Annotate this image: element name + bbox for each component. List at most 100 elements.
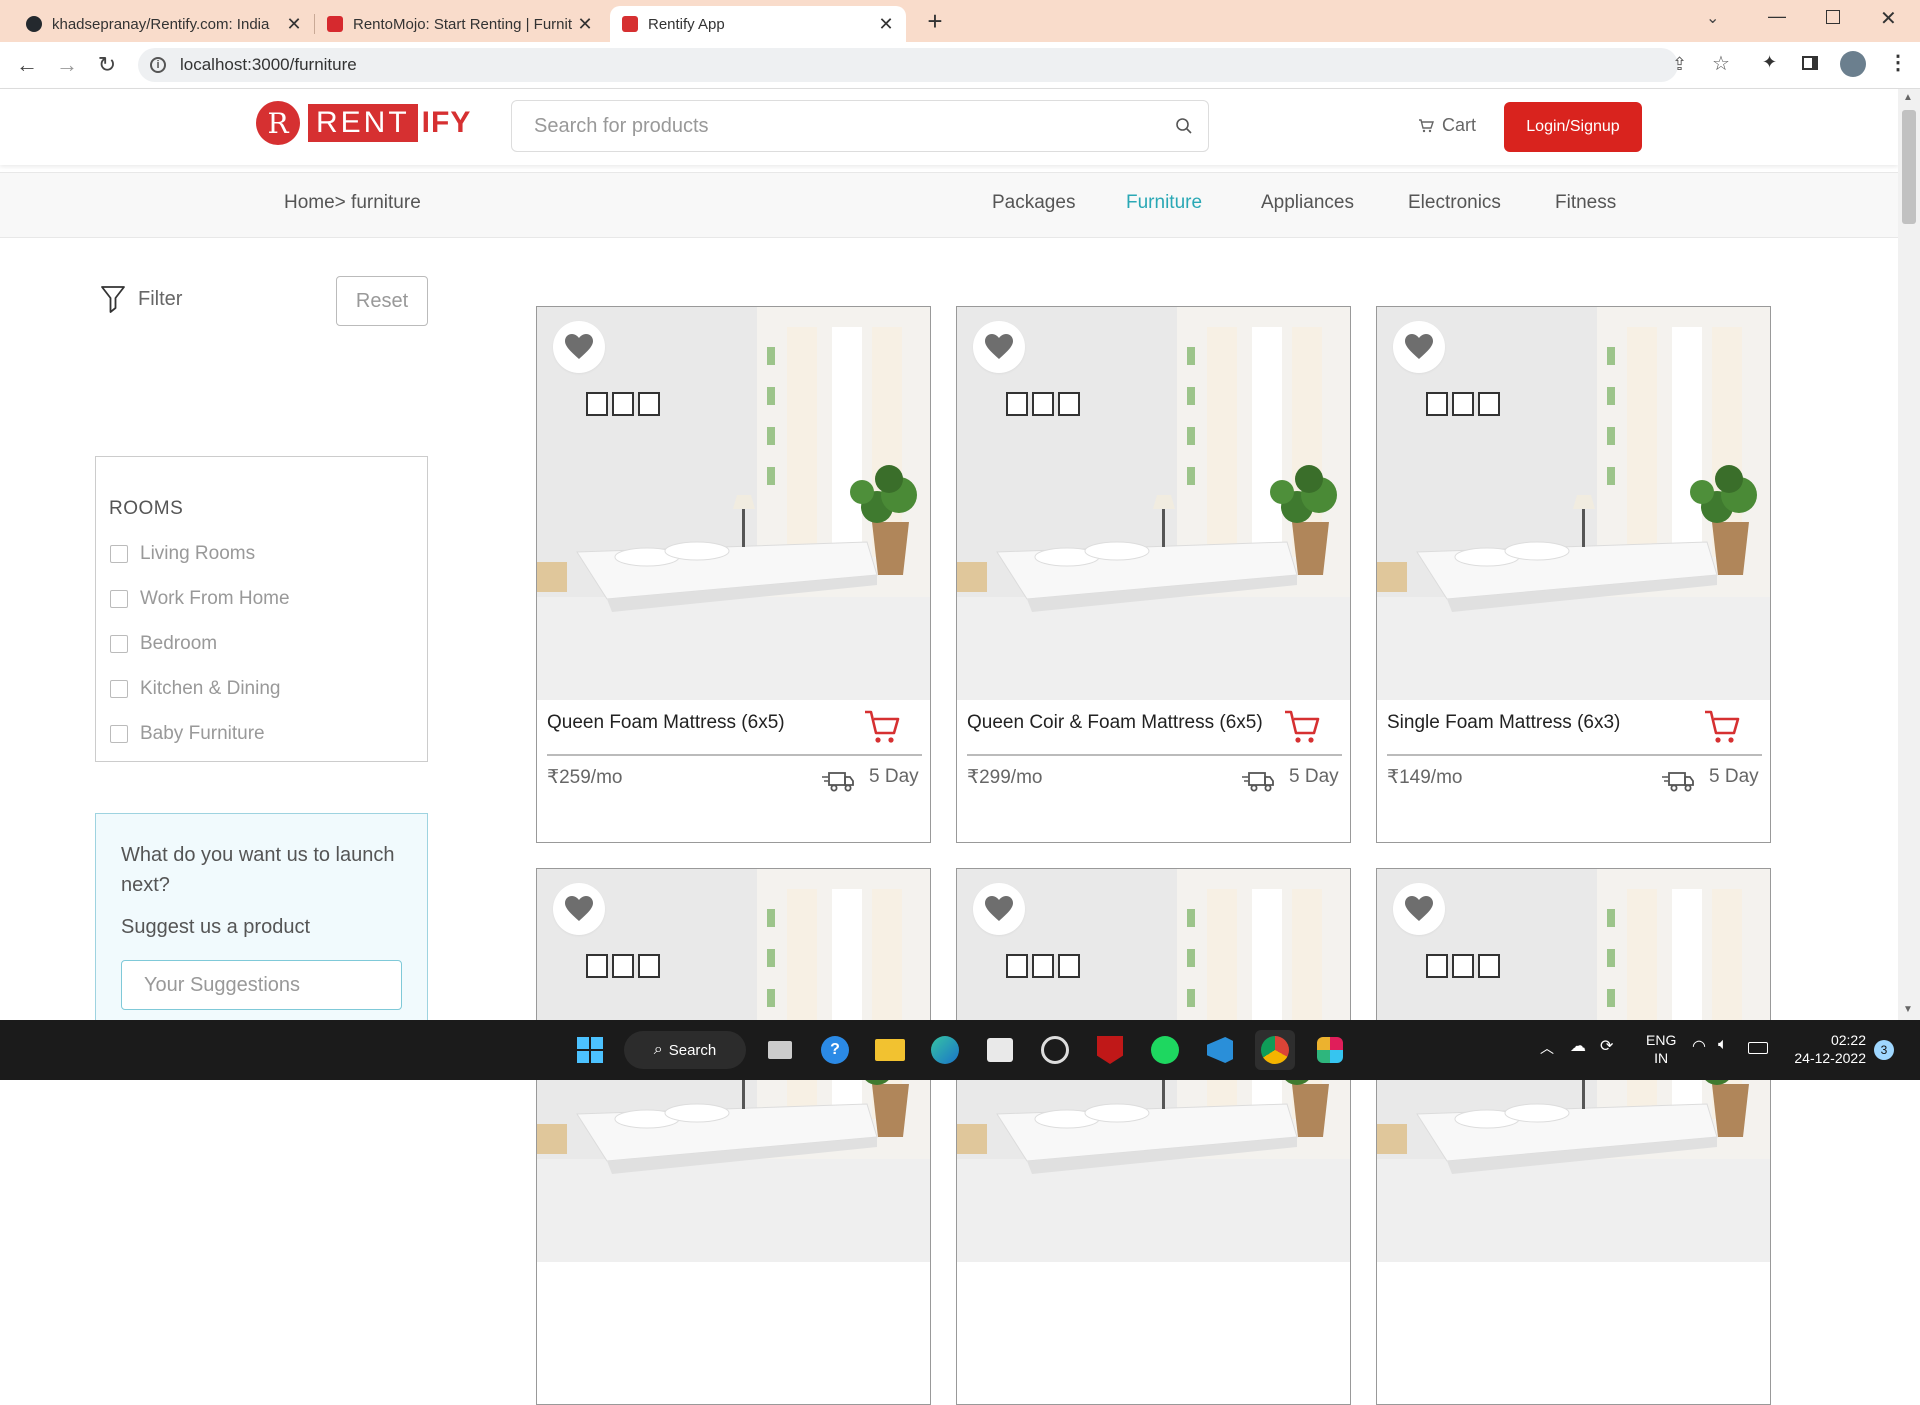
taskbar-search-button[interactable]: ⌕ Search <box>624 1031 746 1069</box>
heart-icon <box>1405 334 1433 359</box>
minimize-icon[interactable]: — <box>1768 6 1786 27</box>
extensions-puzzle-icon[interactable]: ✦ <box>1762 52 1777 73</box>
nav-electronics[interactable]: Electronics <box>1408 192 1501 214</box>
close-tab-icon[interactable]: ✕ <box>286 14 302 35</box>
wishlist-button[interactable] <box>553 321 605 373</box>
notification-badge[interactable]: 3 <box>1874 1040 1894 1060</box>
browser-tab-rentomojo[interactable]: RentoMojo: Start Renting | Furnit ✕ <box>315 6 605 42</box>
onedrive-cloud-icon[interactable]: ☁ <box>1570 1036 1586 1056</box>
tray-chevron-icon[interactable]: ︿ <box>1540 1038 1554 1058</box>
product-card[interactable]: Queen Coir & Foam Mattress (6x5) ₹299/mo… <box>956 306 1351 843</box>
chrome-icon[interactable] <box>1255 1030 1295 1070</box>
close-window-icon[interactable]: ✕ <box>1880 6 1897 31</box>
close-tab-icon[interactable]: ✕ <box>878 14 894 35</box>
search-icon[interactable] <box>1174 116 1194 136</box>
battery-icon[interactable] <box>1748 1042 1768 1054</box>
task-view-icon[interactable] <box>760 1030 800 1070</box>
breadcrumb[interactable]: Home> furniture <box>284 192 421 214</box>
share-icon[interactable]: ⇪ <box>1672 54 1687 75</box>
room-label: Work From Home <box>140 588 290 609</box>
wishlist-button[interactable] <box>1393 883 1445 935</box>
help-icon[interactable]: ? <box>815 1030 855 1070</box>
forward-arrow-icon[interactable]: → <box>52 50 82 80</box>
language-indicator[interactable]: ENG IN <box>1646 1031 1676 1067</box>
profile-avatar[interactable] <box>1840 51 1866 77</box>
address-bar[interactable]: i localhost:3000/furniture <box>138 48 1678 82</box>
bookmark-star-icon[interactable]: ☆ <box>1712 51 1730 76</box>
volume-icon[interactable]: 🔈︎ <box>1718 1036 1728 1054</box>
tab-title: Rentify App <box>648 15 725 33</box>
add-to-cart-icon[interactable] <box>1283 709 1321 745</box>
vscode-icon[interactable] <box>1200 1030 1240 1070</box>
reload-icon[interactable]: ↻ <box>92 50 122 80</box>
product-name[interactable]: Queen Foam Mattress (6x5) <box>547 712 785 734</box>
file-explorer-icon[interactable] <box>870 1030 910 1070</box>
side-panel-icon[interactable] <box>1802 56 1818 70</box>
product-card[interactable] <box>956 868 1351 1405</box>
back-arrow-icon[interactable]: ← <box>12 50 42 80</box>
windows-start-icon[interactable] <box>570 1030 610 1070</box>
new-tab-button[interactable]: + <box>922 6 948 36</box>
scrollbar-thumb[interactable] <box>1902 110 1916 224</box>
clock[interactable]: 02:22 24-12-2022 <box>1790 1031 1866 1067</box>
checkbox[interactable] <box>110 635 128 653</box>
close-tab-icon[interactable]: ✕ <box>577 14 593 35</box>
filter-label: Filter <box>138 287 183 310</box>
product-card[interactable]: Queen Foam Mattress (6x5) ₹259/mo 5 Day <box>536 306 931 843</box>
product-card[interactable]: Single Foam Mattress (6x3) ₹149/mo 5 Day <box>1376 306 1771 843</box>
microsoft-store-icon[interactable] <box>980 1030 1020 1070</box>
nav-fitness[interactable]: Fitness <box>1555 192 1616 214</box>
search-input[interactable] <box>532 113 1174 139</box>
scroll-down-arrow-icon[interactable]: ▼ <box>1903 1004 1913 1015</box>
product-name[interactable]: Single Foam Mattress (6x3) <box>1387 712 1620 734</box>
slack-icon[interactable] <box>1310 1030 1350 1070</box>
card-divider <box>1387 754 1762 756</box>
room-option-work-from-home[interactable]: Work From Home <box>110 588 290 610</box>
edge-browser-icon[interactable] <box>925 1030 965 1070</box>
add-to-cart-icon[interactable] <box>863 709 901 745</box>
browser-tab-rentify[interactable]: Rentify App ✕ <box>610 6 906 42</box>
product-card[interactable] <box>1376 868 1771 1405</box>
suggestion-input[interactable] <box>142 972 386 998</box>
spotify-icon[interactable] <box>1145 1030 1185 1070</box>
cart-link[interactable]: Cart <box>1418 115 1476 136</box>
search-box <box>511 100 1209 152</box>
nav-furniture[interactable]: Furniture <box>1126 192 1202 214</box>
room-option-living-rooms[interactable]: Living Rooms <box>110 543 255 565</box>
card-divider <box>967 754 1342 756</box>
room-option-bedroom[interactable]: Bedroom <box>110 633 217 655</box>
rentify-logo[interactable]: R RENT IFY <box>256 100 471 146</box>
lang-top: ENG <box>1646 1032 1677 1048</box>
room-option-kitchen-dining[interactable]: Kitchen & Dining <box>110 678 280 700</box>
wishlist-button[interactable] <box>973 883 1025 935</box>
wishlist-button[interactable] <box>1393 321 1445 373</box>
wishlist-button[interactable] <box>553 883 605 935</box>
login-signup-button[interactable]: Login/Signup <box>1504 102 1642 152</box>
add-to-cart-icon[interactable] <box>1703 709 1741 745</box>
tab-search-chevron-icon[interactable]: ⌄ <box>1706 8 1719 28</box>
github-desktop-icon[interactable] <box>1035 1030 1075 1070</box>
restore-icon[interactable] <box>1826 10 1840 24</box>
checkbox[interactable] <box>110 725 128 743</box>
wifi-icon[interactable]: ◠ <box>1692 1036 1706 1056</box>
room-option-baby-furniture[interactable]: Baby Furniture <box>110 723 265 745</box>
more-menu-icon[interactable]: ⋮ <box>1888 50 1908 75</box>
page-scrollbar[interactable] <box>1898 89 1920 1020</box>
scroll-up-arrow-icon[interactable]: ▲ <box>1903 92 1913 103</box>
checkbox[interactable] <box>110 545 128 563</box>
mcafee-icon[interactable] <box>1090 1030 1130 1070</box>
product-price: ₹299/mo <box>967 767 1043 788</box>
nav-appliances[interactable]: Appliances <box>1261 192 1354 214</box>
product-name[interactable]: Queen Coir & Foam Mattress (6x5) <box>967 712 1263 734</box>
checkbox[interactable] <box>110 680 128 698</box>
product-card[interactable] <box>536 868 931 1405</box>
site-info-icon[interactable]: i <box>150 57 166 73</box>
sync-icon[interactable]: ⟳ <box>1600 1036 1613 1056</box>
checkbox[interactable] <box>110 590 128 608</box>
taskbar-search-label: Search <box>668 1041 717 1059</box>
rentomojo-icon <box>327 16 343 32</box>
reset-button[interactable]: Reset <box>336 276 428 326</box>
browser-tab-github[interactable]: khadsepranay/Rentify.com: India ✕ <box>14 6 314 42</box>
wishlist-button[interactable] <box>973 321 1025 373</box>
nav-packages[interactable]: Packages <box>992 192 1075 214</box>
